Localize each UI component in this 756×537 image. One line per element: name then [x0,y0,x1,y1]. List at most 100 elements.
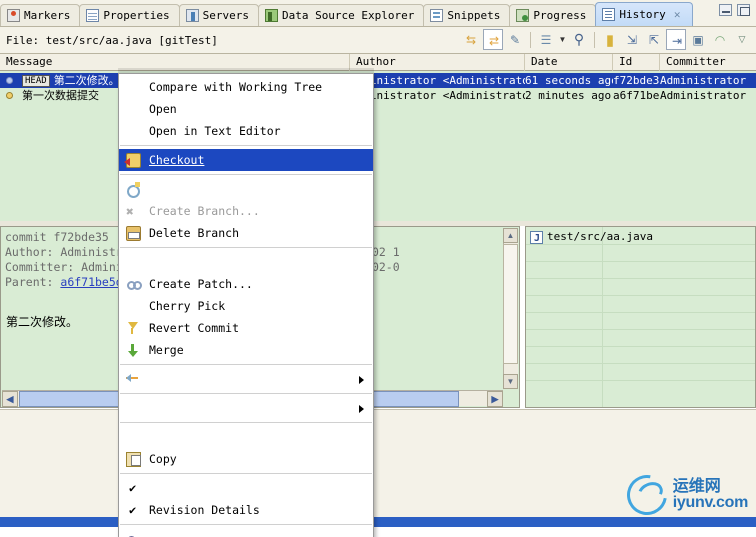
menu-item-create-patch[interactable] [119,251,373,273]
row-divider [526,346,755,347]
history-table-body[interactable]: HEAD第二次修改。 Administrator <Administrator@… [0,71,756,221]
scroll-down-icon[interactable]: ▼ [503,374,518,389]
menu-item-quick-diff[interactable] [119,397,373,419]
filter-chevron-down-icon[interactable]: ▼ [558,29,567,50]
tag-icon [126,226,141,241]
menu-item-checkout[interactable]: Checkout [119,149,373,171]
task-context-icon [126,529,141,537]
row-divider [526,329,755,330]
context-menu[interactable]: Compare with Working Tree Open Open in T… [118,73,374,537]
additional-refs-icon[interactable]: ⇱ [644,29,664,50]
detail-vertical-scrollbar[interactable]: ▲ ▼ [503,228,518,389]
menu-item-compare-with-working-tree[interactable]: Compare with Working Tree [119,76,373,98]
checkout-icon [124,153,141,168]
menu-item-open-in-text-editor[interactable]: Open in Text Editor [119,120,373,142]
compare-versions-icon[interactable]: ◠ [710,29,730,50]
show-first-parent-icon[interactable]: ⇲ [622,29,642,50]
menu-item-add-to-task-context[interactable] [119,528,373,537]
tab-label: Data Source Explorer [281,9,415,22]
all-branches-icon[interactable]: ▮ [600,29,620,50]
tab-properties[interactable]: Properties [79,4,180,26]
row-divider [526,278,755,279]
menu-item-delete-branch: Create Branch... [119,200,373,224]
view-window-buttons [719,4,750,16]
scroll-up-icon[interactable]: ▲ [503,228,518,243]
commit-graph-node-icon [6,77,13,84]
tab-history[interactable]: History [595,2,693,26]
list-item[interactable]: test/src/aa.java [530,229,653,247]
cell-id: f72bde35 [613,74,660,87]
menu-separator [120,174,372,175]
column-header-author[interactable]: Author [350,54,525,71]
column-header-committer[interactable]: Committer [660,54,756,71]
menu-item-reset[interactable] [119,368,373,390]
markers-icon [7,9,20,22]
close-icon[interactable] [672,9,683,20]
check-icon: ✔ [129,481,137,495]
tab-markers[interactable]: Markers [0,4,81,26]
watermark-cn: 运维网 [672,476,721,496]
file-path-text: test/src/aa.java [547,230,653,243]
menu-item-merge[interactable]: Revert Commit [119,317,373,339]
compare-mode-icon[interactable]: ⇄ [483,29,503,50]
maximize-icon[interactable] [737,4,750,16]
menu-item-label: Create Patch... [149,277,253,291]
menu-item-open[interactable]: Open [119,98,373,120]
cell-author: Administrator <Administrator@T6-1-1> 201… [350,89,525,102]
view-menu-icon[interactable]: ▽ [732,29,752,50]
tab-data-source-explorer[interactable]: Data Source Explorer [257,4,425,26]
chevron-right-icon [359,376,364,384]
tab-snippets[interactable]: Snippets [423,4,511,26]
progress-icon [516,9,530,22]
show-all-changes-icon[interactable]: ⇥ [666,29,686,50]
scroll-left-icon[interactable]: ◀ [2,391,18,407]
menu-item-label: Checkout [149,153,205,167]
swirl-icon [618,467,675,523]
menu-separator [120,473,372,474]
history-icon [602,8,616,21]
menu-separator [120,247,372,248]
filter-dropdown-icon[interactable]: ☰ [536,29,556,50]
scroll-thumb[interactable] [503,244,518,364]
merge-icon [126,321,141,336]
menu-item-label: Cherry Pick [149,299,226,313]
tab-servers[interactable]: Servers [178,4,259,26]
scroll-right-icon[interactable]: ▶ [487,391,503,407]
menu-item-open-in-commit-viewer[interactable]: Copy [119,448,373,470]
menu-item-cherry-pick[interactable]: Create Patch... [119,273,373,295]
row-divider [526,363,755,364]
search-icon[interactable]: ⚲ [569,29,589,50]
minimize-icon[interactable] [719,4,732,16]
watermark-text: 运维网 iyunv.com [672,476,749,512]
commit-detail-parent-prefix: Parent: [5,275,61,289]
link-with-editor-icon[interactable]: ✎ [505,29,525,50]
column-header-id[interactable]: Id [613,54,660,71]
toolbar-separator [594,31,595,48]
view-tab-bar: Markers Properties Servers Data Source E… [0,0,756,27]
commit-message-body: 第二次修改。 [6,315,79,329]
file-path-label: File: test/src/aa.java [gitTest] [6,33,218,47]
watermark-en: iyunv.com [672,494,749,511]
menu-item-create-branch[interactable] [119,178,373,200]
menu-item-revision-details[interactable]: ✔ [119,477,373,499]
layout-icon[interactable]: ▣ [688,29,708,50]
menu-item-revert-commit[interactable]: Cherry Pick [119,295,373,317]
tab-progress[interactable]: Progress [509,4,597,26]
menu-item-create-tag[interactable]: Delete Branch [119,222,373,244]
snippets-icon [430,9,444,22]
commit-graph-node-icon [6,92,13,99]
tab-label: Progress [533,9,587,22]
database-icon [264,9,278,22]
column-header-date[interactable]: Date [525,54,613,71]
history-toolbar: File: test/src/aa.java [gitTest] ⇆ ⇄ ✎ ☰… [0,27,756,54]
table-row[interactable]: 第一次数据提交 Administrator <Administrator@T6-… [0,88,756,103]
refresh-icon[interactable]: ⇆ [461,29,481,50]
menu-item-copy[interactable] [119,426,373,448]
menu-item-revision-comment[interactable]: ✔ Revision Details [119,499,373,521]
menu-item-rebase-on-top-of[interactable]: Merge [119,339,373,361]
changed-files-panel[interactable]: test/src/aa.java [525,226,756,408]
head-badge: HEAD [22,75,50,87]
table-row[interactable]: HEAD第二次修改。 Administrator <Administrator@… [0,73,756,88]
cherry-pick-icon [126,277,142,292]
properties-icon [86,9,100,22]
